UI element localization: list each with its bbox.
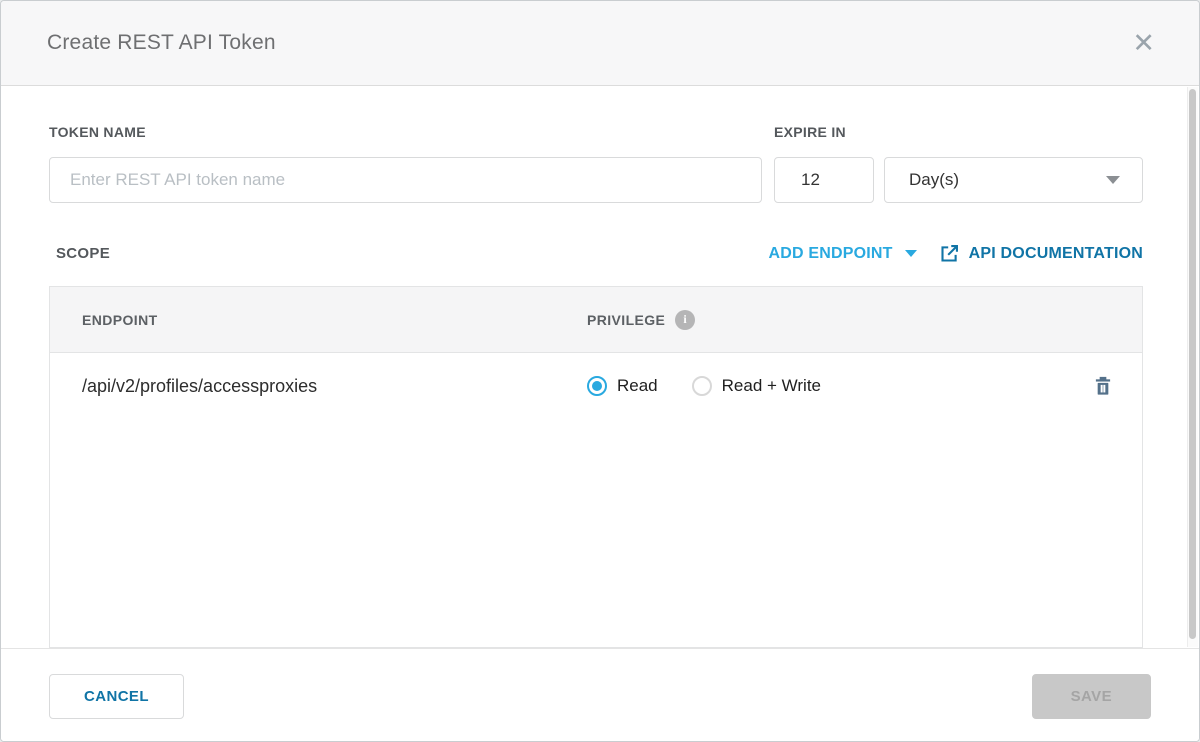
privilege-column-header: PRIVILEGE i (587, 310, 1072, 330)
expire-value-input[interactable] (774, 157, 874, 203)
expire-unit-select[interactable]: Day(s) (884, 157, 1143, 203)
radio-read[interactable]: Read (587, 376, 658, 396)
scope-table: ENDPOINT PRIVILEGE i /api/v2/profiles/ac… (49, 286, 1143, 648)
trash-icon (1094, 376, 1112, 396)
dialog-header: Create REST API Token ✕ (1, 1, 1199, 86)
token-name-label: TOKEN NAME (49, 124, 762, 140)
chevron-down-icon (905, 250, 917, 257)
expire-in-group: EXPIRE IN Day(s) (774, 124, 1143, 203)
scope-label: SCOPE (56, 245, 110, 262)
token-name-input[interactable] (49, 157, 762, 203)
add-endpoint-label: ADD ENDPOINT (768, 245, 892, 263)
dialog-body: TOKEN NAME EXPIRE IN Day(s) SCOPE ADD EN… (1, 86, 1199, 648)
save-button[interactable]: SAVE (1032, 674, 1151, 719)
api-documentation-link[interactable]: API DOCUMENTATION (939, 243, 1143, 264)
delete-endpoint-button[interactable] (1094, 376, 1112, 396)
scope-table-header: ENDPOINT PRIVILEGE i (50, 287, 1142, 353)
vertical-scrollbar-track (1187, 87, 1198, 647)
radio-read-write[interactable]: Read + Write (692, 376, 821, 396)
token-name-group: TOKEN NAME (49, 124, 762, 203)
radio-read-write-label: Read + Write (722, 376, 821, 396)
dialog-footer: CANCEL SAVE (1, 648, 1199, 742)
dialog-title: Create REST API Token (47, 31, 276, 55)
external-link-icon (939, 243, 960, 264)
radio-circle-icon (692, 376, 712, 396)
privilege-radio-group: Read Read + Write (587, 376, 1072, 396)
endpoint-path: /api/v2/profiles/accessproxies (50, 376, 587, 397)
api-documentation-label: API DOCUMENTATION (969, 245, 1143, 263)
privilege-header-label: PRIVILEGE (587, 312, 665, 328)
create-rest-api-token-dialog: Create REST API Token ✕ TOKEN NAME EXPIR… (0, 0, 1200, 742)
endpoint-column-header: ENDPOINT (50, 312, 587, 328)
info-icon[interactable]: i (675, 310, 695, 330)
expire-in-label: EXPIRE IN (774, 124, 1143, 140)
chevron-down-icon (1106, 176, 1120, 184)
endpoint-row: /api/v2/profiles/accessproxies Read Read… (50, 353, 1142, 419)
add-endpoint-button[interactable]: ADD ENDPOINT (768, 245, 916, 263)
close-icon[interactable]: ✕ (1124, 26, 1163, 61)
vertical-scrollbar-thumb[interactable] (1189, 89, 1196, 639)
cancel-button[interactable]: CANCEL (49, 674, 184, 719)
radio-circle-icon (587, 376, 607, 396)
radio-read-label: Read (617, 376, 658, 396)
expire-unit-value: Day(s) (909, 170, 959, 190)
